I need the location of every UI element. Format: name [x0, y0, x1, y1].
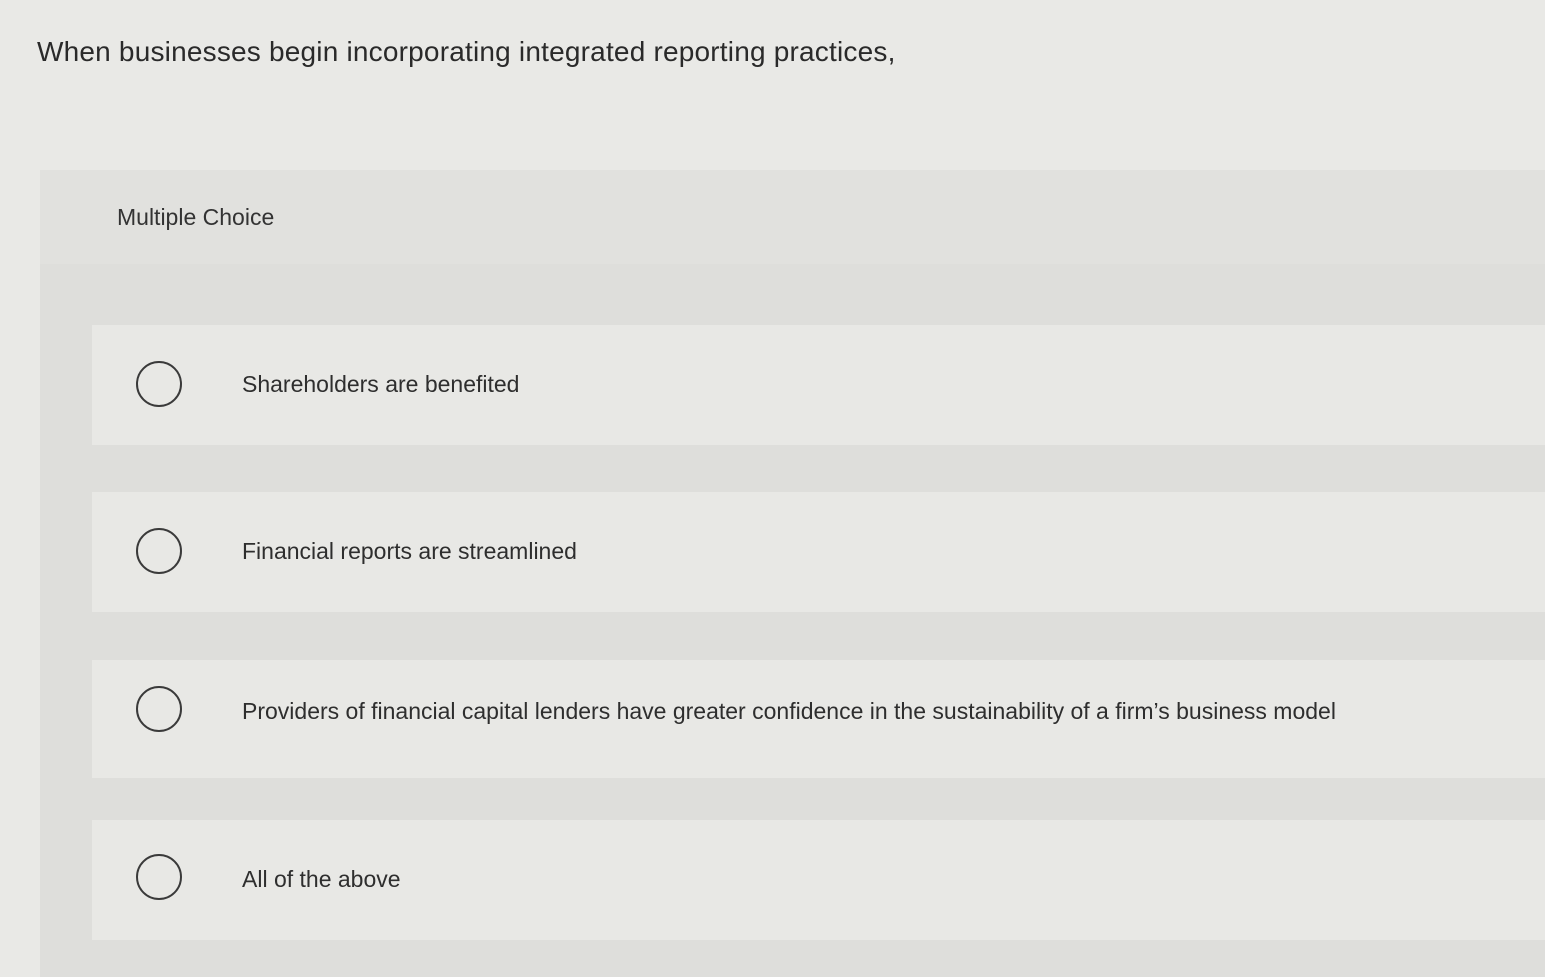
answer-option-label: All of the above	[242, 866, 401, 892]
radio-button[interactable]	[136, 361, 182, 407]
question-text: When businesses begin incorporating inte…	[37, 36, 896, 67]
multiple-choice-panel: Multiple Choice Shareholders are benefit…	[40, 170, 1545, 977]
answer-option-label: Shareholders are benefited	[242, 371, 520, 397]
multiple-choice-label: Multiple Choice	[117, 204, 275, 230]
answer-option-label: Providers of financial capital lenders h…	[242, 698, 1336, 724]
radio-button[interactable]	[136, 686, 182, 732]
panel-header: Multiple Choice	[40, 170, 1545, 264]
answer-option[interactable]: All of the above	[92, 820, 1545, 940]
answer-option[interactable]: Financial reports are streamlined	[92, 492, 1545, 612]
answer-option[interactable]: Shareholders are benefited	[92, 325, 1545, 445]
radio-button[interactable]	[136, 528, 182, 574]
radio-button[interactable]	[136, 854, 182, 900]
answer-option-label: Financial reports are streamlined	[242, 538, 577, 564]
answer-option[interactable]: Providers of financial capital lenders h…	[92, 660, 1545, 778]
